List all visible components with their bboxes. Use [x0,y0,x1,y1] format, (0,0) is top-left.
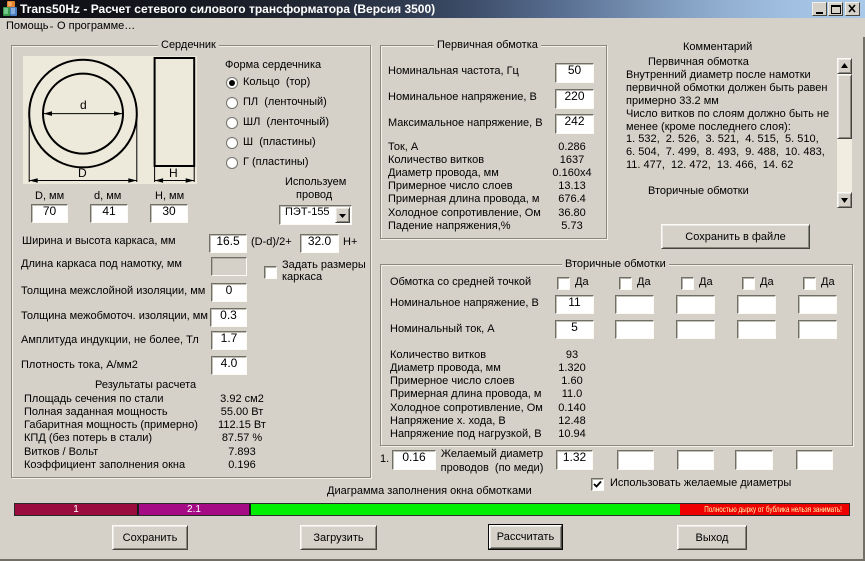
svg-text:H: H [169,166,178,180]
svg-text:D: D [78,166,87,180]
svg-text:d: d [80,98,87,112]
